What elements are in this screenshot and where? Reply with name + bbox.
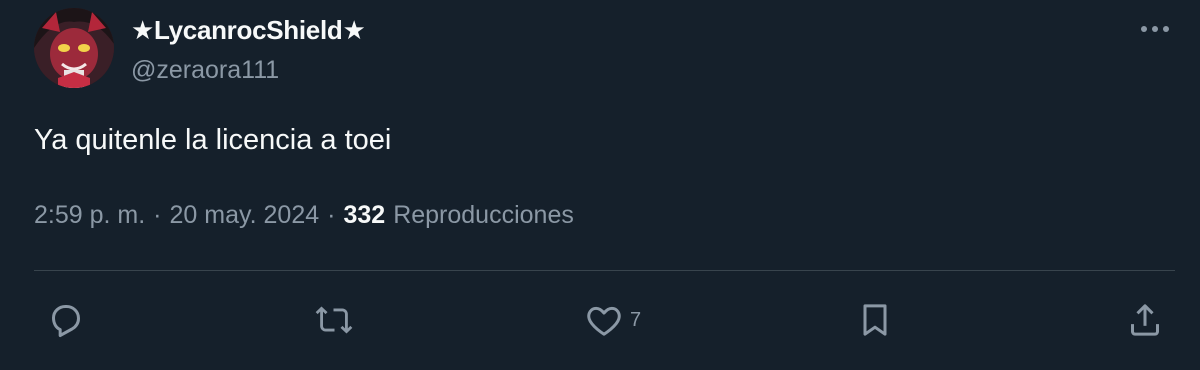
share-button[interactable] xyxy=(1125,300,1165,340)
retweet-icon xyxy=(315,306,353,334)
heart-icon xyxy=(587,306,621,336)
divider xyxy=(34,270,1175,271)
like-button[interactable]: 7 xyxy=(584,300,641,340)
avatar[interactable] xyxy=(34,8,114,88)
author-display-name[interactable]: ★LycanrocShield★ xyxy=(131,15,366,46)
more-options-button[interactable] xyxy=(1135,14,1175,44)
tweet-meta: 2:59 p. m. · 20 may. 2024 · 332 Reproduc… xyxy=(34,201,574,230)
tweet-date-link[interactable]: 20 may. 2024 xyxy=(170,201,320,230)
author-handle[interactable]: @zeraora111 xyxy=(131,56,279,85)
tweet-time-link[interactable]: 2:59 p. m. xyxy=(34,201,145,230)
share-icon xyxy=(1131,304,1159,336)
retweet-button[interactable] xyxy=(312,300,356,340)
bookmark-button[interactable] xyxy=(855,300,895,340)
reply-button[interactable] xyxy=(46,300,86,340)
reply-icon xyxy=(52,305,80,337)
meta-separator: · xyxy=(327,201,336,229)
more-dots-icon xyxy=(1141,26,1169,32)
views-label: Reproducciones xyxy=(393,201,574,229)
bookmark-icon xyxy=(863,304,887,336)
like-count: 7 xyxy=(630,308,642,331)
meta-separator: · xyxy=(153,201,162,229)
tweet-text: Ya quitenle la licencia a toei xyxy=(34,124,392,156)
tweet-container: ★LycanrocShield★ @zeraora111 Ya quitenle… xyxy=(0,0,1200,370)
views-count: 332 xyxy=(343,201,386,229)
avatar-image xyxy=(34,8,114,88)
